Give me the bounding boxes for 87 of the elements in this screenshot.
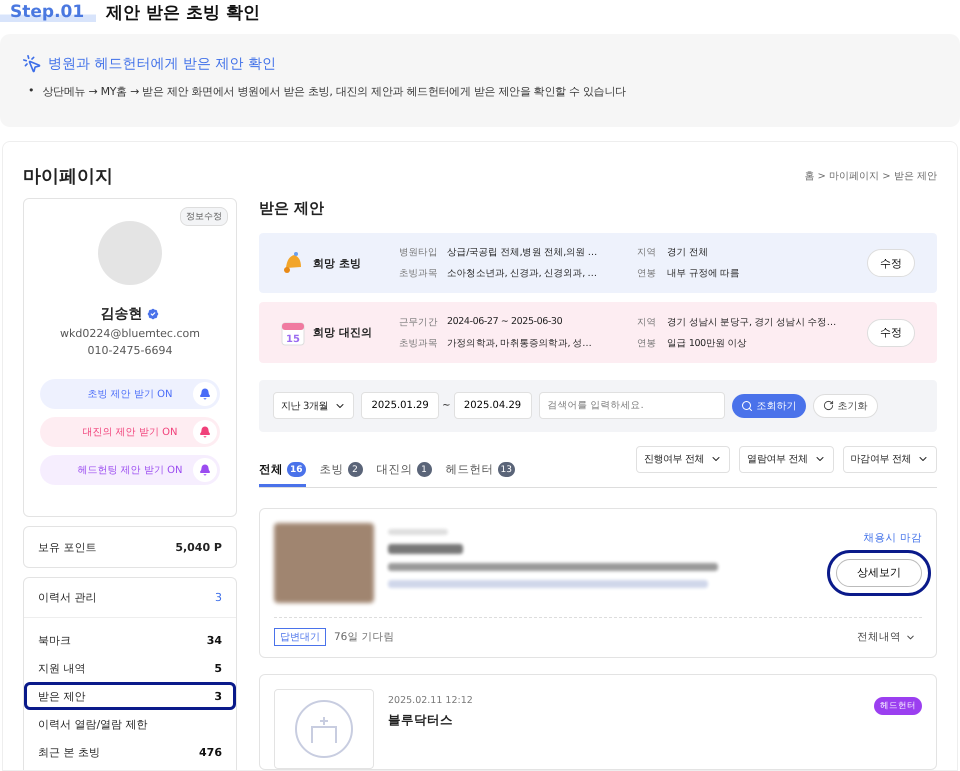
- menu-item[interactable]: 북마크 34: [24, 626, 236, 654]
- field-label: 초빙과목: [399, 336, 438, 350]
- menu-count: 476: [199, 746, 222, 758]
- deadline-status: 채용시 마감: [864, 530, 922, 545]
- bell-icon: [199, 464, 211, 476]
- edit-profile-button[interactable]: 정보수정: [180, 207, 228, 226]
- filter-tab[interactable]: 헤드헌터 13: [446, 455, 515, 488]
- hospital-icon: [294, 698, 354, 759]
- period-dropdown[interactable]: 지난 3개월: [273, 392, 354, 420]
- edit-button[interactable]: 수정: [867, 318, 915, 347]
- points-value: 5,040 P: [175, 540, 222, 554]
- field-label: 지역: [637, 316, 658, 329]
- field-label: 초빙과목: [399, 267, 438, 280]
- offer-toggle[interactable]: 초빙 제안 받기 ON: [40, 379, 220, 409]
- menu-item[interactable]: 받은 제안 3: [24, 682, 236, 710]
- menu-label: 받은 제안: [38, 688, 86, 704]
- field-label: 병원타입: [399, 246, 438, 260]
- user-email: wkd0224@bluemtec.com: [60, 327, 200, 340]
- menu-item[interactable]: 지원 내역 5: [24, 654, 236, 682]
- menu-count: 34: [206, 634, 222, 646]
- step-title: 제안 받은 초빙 확인: [106, 2, 260, 24]
- blurred-text: [388, 528, 448, 535]
- bullet-mark: •: [28, 84, 34, 99]
- page-title: 마이페이지: [23, 165, 113, 188]
- search-field[interactable]: 검색어를 입력하세요.: [538, 392, 725, 420]
- field-value: 경기 성남시 분당구, 경기 성남시 수정…: [667, 316, 837, 329]
- filter-tab[interactable]: 대진의 1: [376, 455, 432, 488]
- filter-tab[interactable]: 초빙 2: [320, 455, 363, 488]
- offer-date: 2025.02.11 12:12: [388, 694, 474, 706]
- status-dropdown[interactable]: 진행여부 전체: [636, 446, 730, 473]
- menu-label: 북마크: [38, 632, 71, 648]
- search-button[interactable]: 조회하기: [732, 394, 806, 418]
- history-button[interactable]: 전체내역: [851, 629, 922, 646]
- menu-label: 이력서 열람/열람 제한: [38, 716, 148, 732]
- field-value: 내부 규정에 따름: [667, 267, 740, 280]
- field-label: 연봉: [637, 267, 658, 280]
- user-phone: 010-2475-6694: [88, 344, 172, 357]
- status-dropdown[interactable]: 열람여부 전체: [739, 446, 834, 473]
- edit-button[interactable]: 수정: [867, 249, 915, 278]
- guide-title: 병원과 헤드헌터에게 받은 제안 확인: [48, 55, 276, 73]
- tab-count: 1: [416, 462, 432, 478]
- menu-count: 3: [214, 690, 222, 702]
- menu-label: 최근 본 초빙: [38, 744, 100, 760]
- cursor-click-icon: [22, 54, 42, 74]
- field-value: 소아청소년과, 신경과, 신경외과, …: [447, 267, 598, 280]
- search-icon: [740, 400, 753, 412]
- date-separator: ~: [442, 400, 451, 412]
- start-date-field[interactable]: 2025.01.29: [361, 392, 440, 420]
- field-label: 연봉: [637, 336, 658, 350]
- menu-count: 3: [215, 591, 222, 604]
- user-name: 김송현: [100, 305, 142, 323]
- calendar-icon: 15: [281, 320, 305, 346]
- field-value: 상급/국공립 전체,병원 전체,의원 …: [447, 246, 598, 260]
- waiting-text: 76일 기다림: [334, 630, 395, 644]
- status-badge: 답변대기: [274, 628, 326, 646]
- tab-count: 16: [287, 462, 306, 478]
- hospital-name: 블루닥터스: [388, 712, 454, 729]
- points-label: 보유 포인트: [38, 540, 96, 554]
- end-date-field[interactable]: 2025.04.29: [454, 392, 532, 420]
- field-label: 근무기간: [399, 316, 438, 329]
- menu-label: 이력서 관리: [38, 590, 96, 605]
- field-value: 2024-06-27 ~ 2025-06-30: [447, 316, 564, 329]
- status-dropdown[interactable]: 마감여부 전체: [842, 446, 937, 473]
- menu-label: 지원 내역: [38, 660, 86, 676]
- menu-item[interactable]: 이력서 관리 3: [24, 578, 236, 618]
- bell-icon: [199, 426, 211, 438]
- filter-tab[interactable]: 전체 16: [259, 455, 306, 488]
- tab-count: 13: [498, 462, 515, 478]
- step-label: Step.01: [0, 2, 96, 22]
- field-value: 일급 100만원 이상: [667, 336, 748, 350]
- category-tag: 헤드헌터: [874, 696, 922, 715]
- menu-item[interactable]: 이력서 열람/열람 제한: [24, 710, 236, 738]
- field-value: 가정의학과, 마취통증의학과, 성…: [447, 336, 592, 350]
- preference-title: 희망 초빙: [313, 256, 362, 271]
- preference-title: 희망 대진의: [313, 325, 373, 340]
- offer-toggle[interactable]: 헤드헌팅 제안 받기 ON: [40, 455, 220, 485]
- tab-count: 2: [348, 462, 363, 478]
- guide-text: 상단메뉴 → MY홈 → 받은 제안 화면에서 병원에서 받은 초빙, 대진의 제안과 헤드헌터에게 받은 제안을 확인할 수 있습니다: [42, 84, 626, 99]
- bell-icon: [199, 388, 211, 400]
- menu-item[interactable]: 최근 본 초빙 476: [24, 738, 236, 766]
- field-label: 지역: [637, 246, 658, 260]
- field-value: 경기 전체: [667, 246, 710, 260]
- breadcrumb: 홈 > 마이페이지 > 받은 제안: [804, 170, 937, 183]
- section-title: 받은 제안: [259, 198, 326, 220]
- menu-count: 5: [214, 662, 222, 674]
- refresh-icon: [822, 400, 834, 412]
- reset-button[interactable]: 초기화: [812, 394, 878, 418]
